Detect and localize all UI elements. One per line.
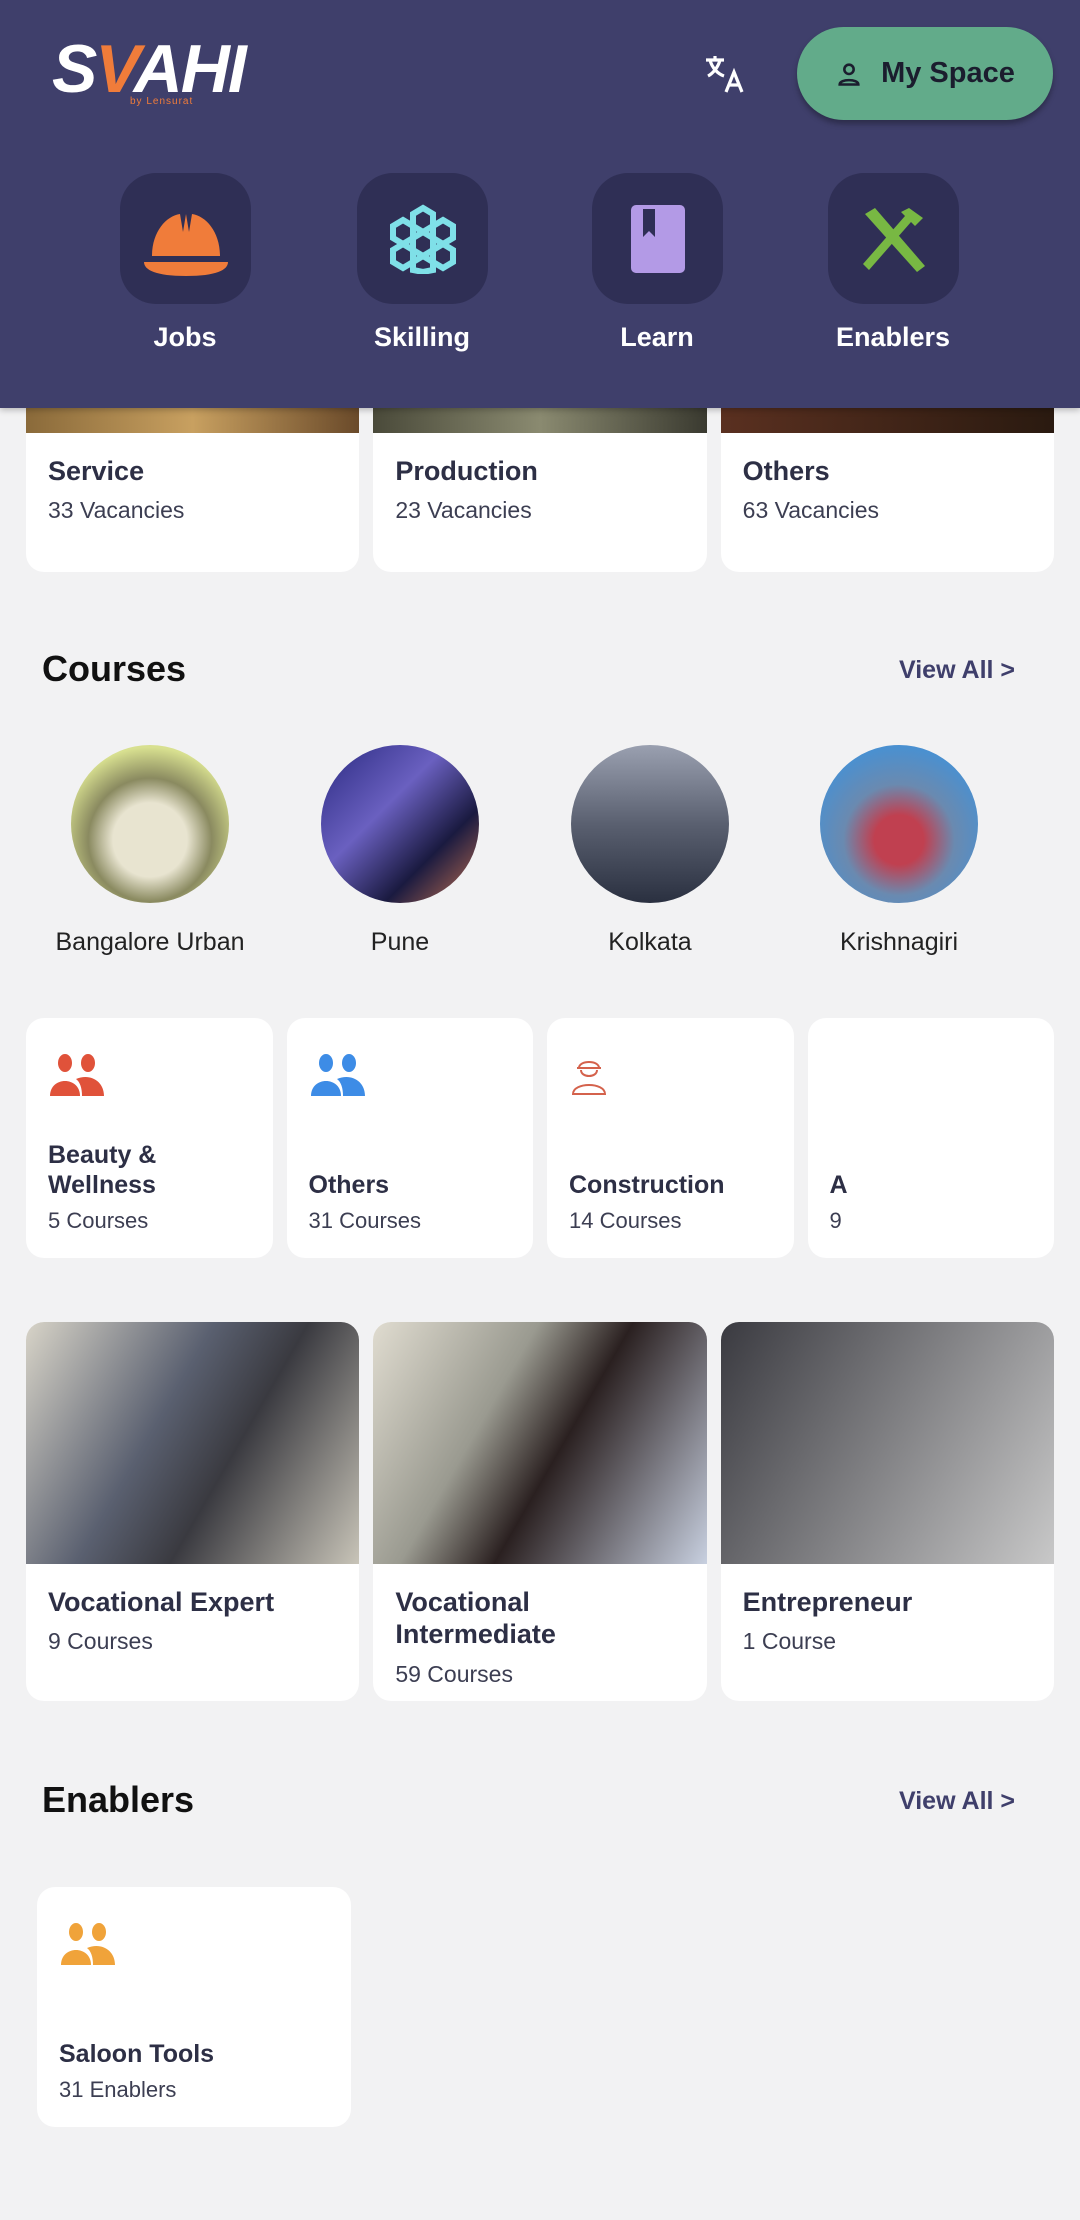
card-subtitle: 63 Vacancies [742,497,880,524]
card-title: Others [742,456,830,486]
card-title: Construction [569,1171,725,1199]
card-title: Vocational Intermediate [395,1587,556,1650]
user-icon [838,62,860,86]
people-icon [310,1054,365,1096]
course-level-card[interactable]: Vocational Intermediate 59 Courses [373,1322,707,1701]
course-level-card[interactable]: Vocational Expert 9 Courses [26,1322,360,1701]
card-subtitle: 23 Vacancies [395,497,532,524]
card-subtitle: 33 Vacancies [48,497,185,524]
courses-heading: Courses [42,648,187,689]
course-level-card[interactable]: Entrepreneur 1 Course [720,1322,1054,1701]
sector-card[interactable]: Others 31 Courses [286,1018,533,1258]
card-title: Service [48,456,145,486]
app-header: SVAHI by Lensurat My Space Jobs Skilling… [0,0,1080,408]
course-image [720,1322,1054,1564]
enablers-heading: Enablers [42,1779,195,1820]
card-subtitle: 9 [829,1208,842,1233]
tools-icon [862,207,925,272]
card-subtitle: 5 Courses [48,1208,149,1233]
card-title: Beauty & Wellness [48,1141,157,1199]
course-levels-carousel: Vocational Expert 9 Courses Vocational In… [26,1322,1054,1701]
location-label: Pune [370,928,430,956]
enabler-card[interactable]: Saloon Tools 31 Enablers [37,1887,351,2127]
location-image[interactable] [321,745,479,903]
nav-learn-label: Learn [620,322,694,352]
card-title: Entrepreneur [742,1587,913,1617]
sector-card[interactable]: Beauty & Wellness 5 Courses [26,1018,273,1258]
nav-learn[interactable] [592,173,723,304]
nav-enablers[interactable] [828,173,959,304]
card-subtitle: 31 Courses [308,1208,422,1233]
location-image[interactable] [820,745,978,903]
nav-skilling-label: Skilling [373,322,471,352]
logo-subtitle: by Lensurat [130,96,194,107]
card-subtitle: 14 Courses [569,1208,682,1233]
sector-card[interactable]: A9 [807,1018,1054,1258]
nav-skilling[interactable] [357,173,488,304]
card-title: Production [395,456,538,486]
location-image[interactable] [71,745,229,903]
course-image [373,1322,707,1564]
location-label: Krishnagiri [839,928,959,956]
nav-jobs-label: Jobs [153,322,217,352]
people-icon [50,1054,104,1096]
card-title: Saloon Tools [59,2040,215,2068]
course-image [26,1322,360,1564]
nav-enablers-label: Enablers [835,322,951,352]
people-icon [61,1923,115,1965]
my-space-button[interactable]: My Space [797,27,1053,120]
location-label: Kolkata [608,928,692,956]
sectors-carousel: Beauty & Wellness 5 Courses Others 31 Cour… [26,1018,1054,1258]
location-image[interactable] [571,745,729,903]
hard-hat-icon [143,213,228,276]
translate-icon[interactable] [700,50,748,98]
card-subtitle: 9 Courses [48,1628,153,1655]
card-subtitle: 59 Courses [395,1660,513,1687]
my-space-label: My Space [881,57,1015,89]
book-icon [630,204,685,273]
courses-view-all-link[interactable]: View All > [899,656,1015,685]
nav-jobs[interactable] [120,173,251,304]
sector-card[interactable]: Construction 14 Courses [547,1018,794,1258]
honeycomb-icon [389,204,456,274]
enablers-view-all-link[interactable]: View All > [899,1787,1015,1816]
card-title: Others [308,1171,390,1199]
card-title: A [829,1171,848,1199]
construction-worker-icon [571,1061,607,1095]
location-label: Bangalore Urban [55,928,245,956]
card-subtitle: 1 Course [742,1628,836,1655]
card-subtitle: 31 Enablers [59,2077,177,2102]
card-title: Vocational Expert [48,1587,275,1617]
